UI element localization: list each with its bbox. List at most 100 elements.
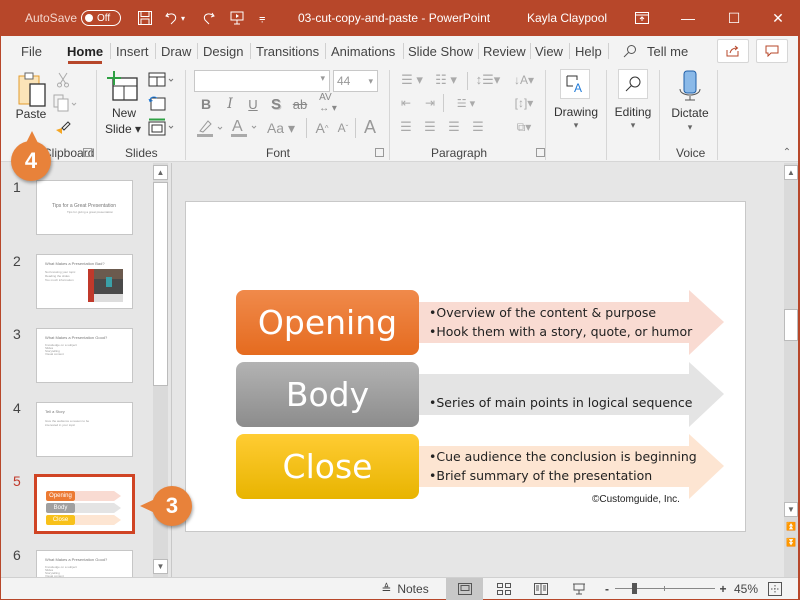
decrease-indent-icon[interactable]: ⇤ xyxy=(397,95,415,111)
scrollbar-thumb[interactable] xyxy=(784,309,798,341)
character-spacing-icon[interactable]: AV ↔ ▾ xyxy=(314,92,342,114)
clipboard-dialog-launcher-icon[interactable] xyxy=(83,148,92,157)
zoom-slider[interactable] xyxy=(615,578,715,600)
decrease-font-size-icon[interactable]: Aˇ xyxy=(334,118,352,138)
minimize-button[interactable]: — xyxy=(665,0,711,36)
clear-formatting-icon[interactable]: A xyxy=(359,116,381,138)
line-spacing-icon[interactable]: ↕☰▾ xyxy=(473,72,503,88)
align-center-icon[interactable]: ☰ xyxy=(421,119,439,135)
underline-icon[interactable]: U xyxy=(246,96,260,112)
scroll-up-icon[interactable]: ▲ xyxy=(784,165,798,180)
slide-thumbnail-3[interactable]: What Makes a Presentation Good? Knowledg… xyxy=(36,328,133,383)
align-text-icon[interactable]: [↕]▾ xyxy=(509,95,539,111)
undo-icon[interactable] xyxy=(161,7,183,29)
slide-thumbnail-6[interactable]: What Makes a Presentation Good? Knowledg… xyxy=(36,550,133,577)
tab-view[interactable]: View xyxy=(531,40,567,62)
editor-scrollbar[interactable]: ▲ ▼ ⏫ ⏬ xyxy=(784,163,798,577)
font-dialog-launcher-icon[interactable] xyxy=(375,148,384,157)
tab-slide-show[interactable]: Slide Show xyxy=(404,40,477,62)
zoom-out-button[interactable]: - xyxy=(601,578,613,600)
zoom-level[interactable]: 45% xyxy=(733,578,759,600)
drawing-button[interactable]: A xyxy=(560,69,590,99)
notes-button[interactable]: ≜ Notes xyxy=(377,578,433,600)
slide-thumbnail-2[interactable]: What Makes a Presentation Bad? Not knowi… xyxy=(36,254,133,309)
slide-thumbnail-5-selected[interactable]: Opening Body Close xyxy=(34,474,135,534)
scroll-up-icon[interactable]: ▲ xyxy=(153,165,168,180)
dictate-label[interactable]: Dictate xyxy=(665,106,715,120)
fit-to-window-button[interactable] xyxy=(767,578,783,600)
slide-thumbnail-4[interactable]: Tell a Story Give the audience a reason … xyxy=(36,402,133,457)
new-slide-icon[interactable] xyxy=(106,70,140,104)
text-direction-icon[interactable]: ↓A▾ xyxy=(509,72,539,88)
numbering-icon[interactable]: ☷ ▾ xyxy=(431,72,461,88)
save-icon[interactable] xyxy=(134,7,156,29)
tab-home[interactable]: Home xyxy=(63,40,107,64)
tab-design[interactable]: Design xyxy=(199,40,247,62)
paste-button[interactable] xyxy=(15,70,49,110)
opening-box[interactable]: Opening xyxy=(236,290,419,355)
ribbon-display-options-icon[interactable] xyxy=(619,0,665,36)
copy-icon[interactable] xyxy=(53,94,79,112)
cut-icon[interactable] xyxy=(55,72,71,88)
slide-show-button[interactable] xyxy=(561,578,597,600)
paragraph-dialog-launcher-icon[interactable] xyxy=(536,148,545,157)
customize-toolbar-icon[interactable]: ⩦ xyxy=(259,0,265,36)
undo-dropdown-icon[interactable]: ▾ xyxy=(181,0,185,36)
slide-sorter-button[interactable] xyxy=(486,578,522,600)
close-arrow[interactable]: •Cue audience the conclusion is beginnin… xyxy=(419,434,724,499)
collapse-ribbon-icon[interactable]: ⌃ xyxy=(781,146,793,158)
editing-button[interactable] xyxy=(618,69,648,99)
new-slide-label-2[interactable]: Slide ▾ xyxy=(101,122,145,136)
drawing-label[interactable]: Drawing xyxy=(549,105,603,119)
bullets-icon[interactable]: ☰ ▾ xyxy=(397,72,427,88)
columns-icon[interactable]: ☱ ▾ xyxy=(451,95,481,111)
tab-insert[interactable]: Insert xyxy=(112,40,153,62)
slide-thumbnail-1[interactable]: Tips for a Great Presentation Tips for g… xyxy=(36,180,133,235)
paste-label[interactable]: Paste xyxy=(11,107,51,121)
justify-icon[interactable]: ☰ xyxy=(469,119,487,135)
share-button[interactable] xyxy=(717,39,749,63)
section-button[interactable] xyxy=(148,118,174,136)
redo-icon[interactable] xyxy=(197,7,219,29)
body-arrow[interactable]: •Series of main points in logical sequen… xyxy=(419,362,724,427)
layout-button[interactable] xyxy=(148,72,174,88)
font-name-combobox[interactable]: ▾ xyxy=(194,70,330,92)
tab-animations[interactable]: Animations xyxy=(327,40,399,62)
comments-button[interactable] xyxy=(756,39,788,63)
tab-file[interactable]: File xyxy=(17,40,46,62)
increase-indent-icon[interactable]: ⇥ xyxy=(421,95,439,111)
close-box[interactable]: Close xyxy=(236,434,419,499)
slide-canvas[interactable]: •Overview of the content & purpose •Hook… xyxy=(185,201,746,532)
font-color-button[interactable]: A xyxy=(229,116,261,138)
tab-help[interactable]: Help xyxy=(571,40,606,62)
tell-me-search[interactable]: Tell me xyxy=(623,40,688,62)
zoom-in-button[interactable]: + xyxy=(717,578,729,600)
dictate-button[interactable] xyxy=(676,69,704,103)
zoom-slider-thumb[interactable] xyxy=(632,583,638,594)
scrollbar-thumb[interactable] xyxy=(153,182,168,386)
close-button[interactable]: ✕ xyxy=(755,0,800,36)
present-from-beginning-icon[interactable] xyxy=(226,7,248,29)
change-case-icon[interactable]: Aa ▾ xyxy=(264,118,298,138)
text-shadow-icon[interactable]: S xyxy=(269,96,283,113)
maximize-button[interactable]: ☐ xyxy=(711,0,757,36)
smartart-convert-icon[interactable]: ⧉▾ xyxy=(509,119,539,135)
reading-view-button[interactable] xyxy=(523,578,559,600)
tab-review[interactable]: Review xyxy=(479,40,530,62)
strikethrough-icon[interactable]: ab xyxy=(291,96,309,112)
align-left-icon[interactable]: ☰ xyxy=(397,119,415,135)
scroll-down-icon[interactable]: ▼ xyxy=(784,502,798,517)
reset-slide-icon[interactable] xyxy=(148,95,166,111)
next-slide-icon[interactable]: ⏬ xyxy=(784,535,798,550)
editing-label[interactable]: Editing xyxy=(609,105,657,119)
italic-icon[interactable]: I xyxy=(223,96,237,112)
scroll-down-icon[interactable]: ▼ xyxy=(153,559,168,574)
chevron-down-icon[interactable]: ▾ xyxy=(609,120,657,131)
body-box[interactable]: Body xyxy=(236,362,419,427)
format-painter-icon[interactable] xyxy=(54,118,72,136)
user-name[interactable]: Kayla Claypool xyxy=(527,0,607,36)
highlight-color-button[interactable] xyxy=(196,118,226,138)
bold-icon[interactable]: B xyxy=(199,96,213,112)
previous-slide-icon[interactable]: ⏫ xyxy=(784,519,798,534)
new-slide-label-1[interactable]: New xyxy=(103,106,145,120)
